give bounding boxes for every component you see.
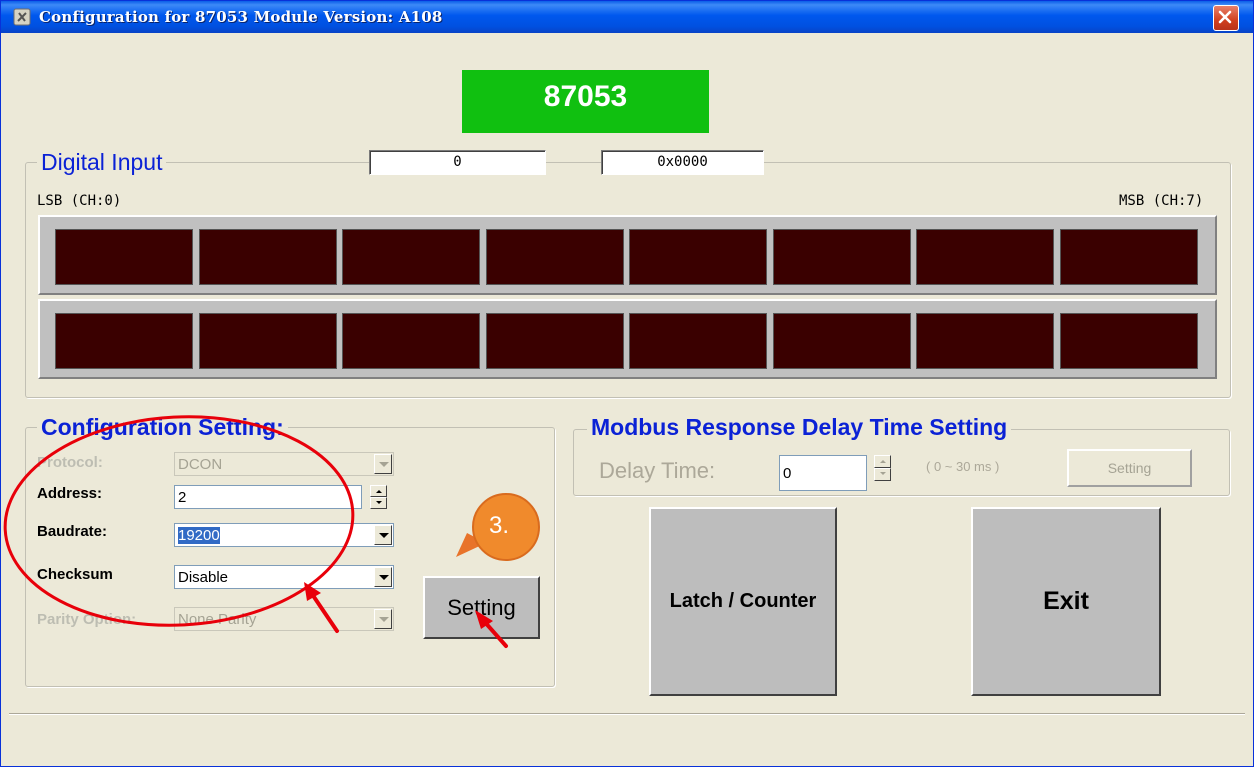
led-indicator — [916, 229, 1054, 285]
led-indicator — [916, 313, 1054, 369]
spin-up-icon — [874, 455, 891, 468]
msb-label: MSB (CH:7) — [1119, 193, 1204, 209]
led-indicator — [773, 313, 911, 369]
led-indicator — [629, 313, 767, 369]
annotation-overlay — [3, 415, 540, 648]
modbus-setting-button: Setting — [1067, 449, 1192, 487]
delay-time-spinner — [874, 455, 891, 481]
close-button[interactable] — [1213, 5, 1239, 31]
app-icon — [13, 8, 31, 26]
exit-button[interactable]: Exit — [971, 507, 1161, 696]
delay-time-input[interactable]: 0 — [779, 455, 867, 491]
close-icon — [1218, 10, 1232, 24]
title-bar[interactable]: Configuration for 87053 Module Version: … — [1, 1, 1253, 33]
led-indicator — [773, 229, 911, 285]
latch-counter-button[interactable]: Latch / Counter — [649, 507, 837, 696]
arrow-icon — [304, 582, 339, 633]
led-indicator — [629, 229, 767, 285]
delay-time-value: 0 — [783, 465, 792, 482]
spin-down-icon — [874, 468, 891, 481]
digital-input-hex-value: 0x0000 — [601, 150, 764, 175]
led-indicator — [1060, 313, 1198, 369]
modbus-delay-legend: Modbus Response Delay Time Setting — [587, 414, 1012, 441]
delay-range-hint: ( 0 ~ 30 ms ) — [926, 459, 1000, 474]
delay-time-label: Delay Time: — [599, 458, 716, 483]
window-title: Configuration for 87053 Module Version: … — [39, 8, 443, 26]
config-window: Configuration for 87053 Module Version: … — [0, 0, 1254, 767]
arrow-icon — [475, 610, 508, 648]
highlight-ellipse — [3, 415, 355, 627]
led-indicator — [1060, 229, 1198, 285]
client-area: 87053 Digital Input 0 0x0000 LSB (CH:0) … — [1, 33, 1253, 766]
step-badge-label: 3. — [489, 512, 510, 539]
